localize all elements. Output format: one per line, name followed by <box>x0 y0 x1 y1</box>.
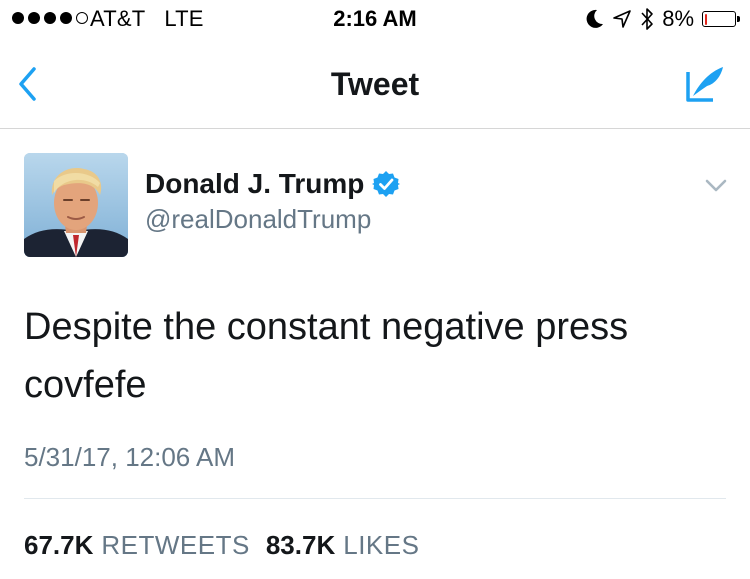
page-title: Tweet <box>330 66 420 102</box>
compose-quill-icon <box>686 67 723 102</box>
tweet-detail-screen: AT&T LTE 2:16 AM 8% Tweet Donald J. Trum… <box>0 0 750 579</box>
likes-label: LIKES <box>343 530 420 560</box>
chevron-down-icon <box>705 179 727 192</box>
tweet-text-line-2: covfefe <box>24 364 147 406</box>
retweets-label: RETWEETS <box>101 530 250 560</box>
divider <box>24 498 726 499</box>
moon-icon <box>586 9 604 28</box>
compose-tweet-button[interactable] <box>683 64 727 104</box>
retweets-count: 67.7K <box>24 530 94 560</box>
tweet-options-button[interactable] <box>700 175 732 197</box>
profile-photo <box>24 153 128 257</box>
battery-nub <box>737 16 740 22</box>
battery-fill <box>704 13 707 25</box>
battery-icon <box>702 11 740 27</box>
avatar[interactable] <box>24 153 128 257</box>
author-name-row[interactable]: Donald J. Trump <box>145 168 401 200</box>
status-indicators: 8% <box>586 6 740 32</box>
tweet-stats: 67.7K RETWEETS 83.7K LIKES <box>24 530 419 561</box>
likes-stat[interactable]: 83.7K LIKES <box>266 530 420 561</box>
navigation-bar: Tweet <box>0 40 750 129</box>
location-arrow-icon <box>613 10 632 28</box>
battery-percent: 8% <box>662 6 694 31</box>
likes-count: 83.7K <box>265 530 336 560</box>
retweets-stat[interactable]: 67.7K RETWEETS <box>24 530 250 561</box>
tweet-text: Despite the constant negative press covf… <box>24 298 724 414</box>
tweet-timestamp: 5/31/17, 12:06 AM <box>24 442 236 472</box>
bluetooth-icon <box>641 8 654 30</box>
display-name[interactable]: Donald J. Trump <box>145 168 364 200</box>
tweet-text-line-1: Despite the constant negative press <box>24 306 629 348</box>
verified-badge-icon <box>372 171 401 197</box>
user-handle[interactable]: @realDonaldTrump <box>145 204 371 235</box>
status-bar: AT&T LTE 2:16 AM 8% <box>0 0 750 40</box>
